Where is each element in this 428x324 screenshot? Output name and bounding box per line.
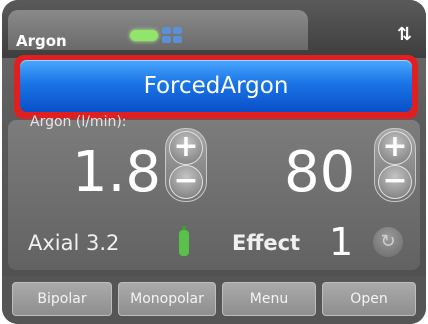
flow-stepper: + − [165, 128, 207, 202]
argon-bottle-icon [179, 226, 189, 256]
power-stepper: + − [374, 128, 416, 202]
flow-decrease-button[interactable]: − [169, 165, 203, 199]
device-frame: Argon ⇅ ForcedArgon Argon (l/min): 1.8 +… [2, 0, 426, 324]
power-decrease-button[interactable]: − [378, 165, 412, 199]
tab-menu[interactable]: Menu [222, 282, 316, 316]
mode-select-button[interactable]: ForcedArgon [20, 60, 412, 112]
mode-title: Argon [16, 32, 67, 50]
effect-value: 1 [329, 220, 354, 264]
tab-open[interactable]: Open [322, 282, 416, 316]
status-indicator-green-icon [130, 30, 158, 41]
power-value: 80 [284, 140, 356, 205]
flow-value: 1.8 [72, 140, 162, 205]
sort-icon[interactable]: ⇅ [397, 24, 412, 45]
cycle-icon[interactable]: ↻ [373, 227, 403, 257]
screen: Argon ⇅ ForcedArgon Argon (l/min): 1.8 +… [2, 0, 426, 324]
effect-label: Effect [232, 231, 301, 255]
tab-bipolar[interactable]: Bipolar [12, 282, 112, 316]
tab-monopolar[interactable]: Monopolar [118, 282, 216, 316]
flow-label: Argon (l/min): [30, 114, 127, 130]
flow-increase-button[interactable]: + [169, 131, 203, 165]
power-increase-button[interactable]: + [378, 131, 412, 165]
axial-label: Axial 3.2 [28, 231, 120, 255]
status-indicator-blue-icon [162, 27, 182, 43]
